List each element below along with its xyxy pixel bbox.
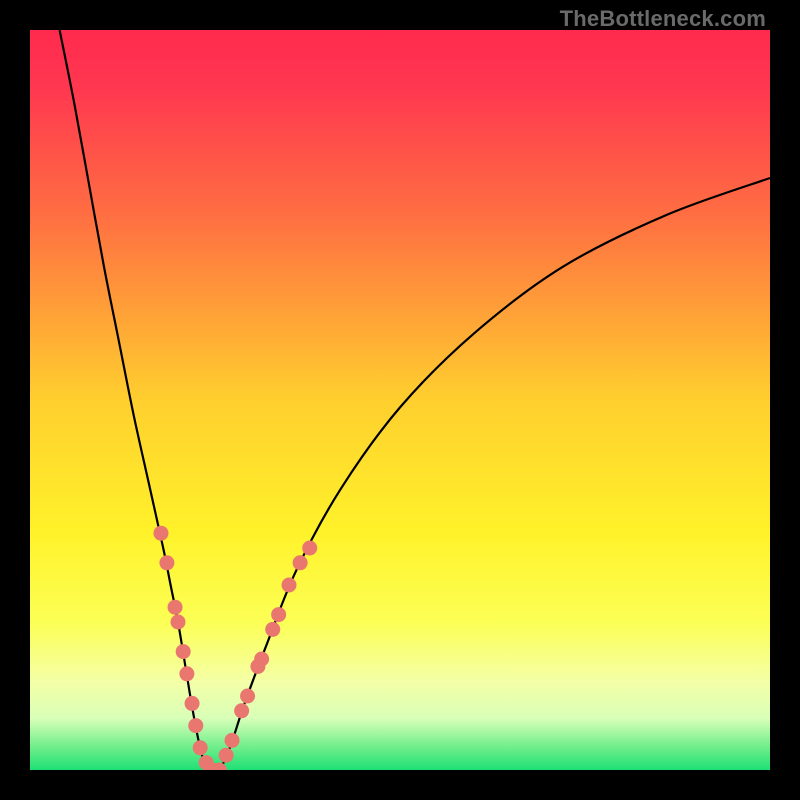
plot-area [30, 30, 770, 770]
highlight-dot [302, 541, 317, 556]
highlight-dot [225, 733, 240, 748]
curve-layer [30, 30, 770, 770]
highlight-dot [179, 666, 194, 681]
highlight-dot [193, 740, 208, 755]
highlight-dot [153, 526, 168, 541]
watermark-text: TheBottleneck.com [560, 6, 766, 32]
highlight-dot [176, 644, 191, 659]
highlight-dot [171, 615, 186, 630]
highlight-dot [185, 696, 200, 711]
chart-frame: TheBottleneck.com [0, 0, 800, 800]
highlight-dot [254, 652, 269, 667]
highlight-dot [293, 555, 308, 570]
highlight-dot [265, 622, 280, 637]
highlight-dot [159, 555, 174, 570]
highlight-dot [219, 748, 234, 763]
highlight-dot [188, 718, 203, 733]
highlight-dot [168, 600, 183, 615]
highlight-dot [282, 578, 297, 593]
bottleneck-curve [60, 30, 770, 770]
highlight-dot [271, 607, 286, 622]
highlight-dot [234, 703, 249, 718]
highlight-dot [240, 689, 255, 704]
